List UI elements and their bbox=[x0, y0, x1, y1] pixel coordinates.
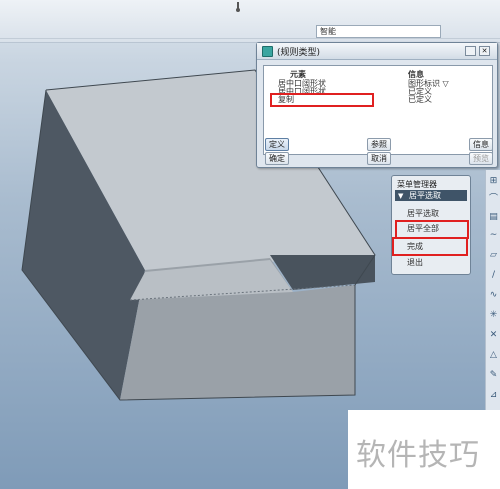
menu-item-flatten-select[interactable]: 居平选取 bbox=[395, 207, 467, 221]
watermark: 软件技巧 bbox=[348, 410, 500, 489]
parallelogram-icon[interactable]: ▱ bbox=[488, 250, 499, 261]
dialog-title: (规则类型) bbox=[277, 48, 321, 58]
triangle-icon[interactable]: △ bbox=[488, 350, 499, 361]
menu-section-label: 居平选取 bbox=[409, 191, 441, 200]
dialog-title-bar: (规则类型) ✕ bbox=[257, 43, 497, 60]
wave-icon[interactable]: ∼ bbox=[488, 230, 499, 241]
highlight-box bbox=[392, 237, 468, 256]
cancel-button[interactable]: 取消 bbox=[367, 152, 391, 165]
app-icon bbox=[262, 46, 273, 57]
watermark-text: 软件技巧 bbox=[356, 438, 480, 473]
reference-button[interactable]: 参照 bbox=[367, 138, 391, 151]
arc-icon[interactable]: ⌒ bbox=[488, 194, 499, 205]
preview-button[interactable]: 预览 bbox=[469, 152, 493, 165]
row-info: 已定义 bbox=[408, 95, 432, 104]
plane-icon[interactable]: ▤ bbox=[488, 212, 499, 223]
curve-icon[interactable]: ∿ bbox=[488, 290, 499, 301]
csys-icon[interactable]: ⊿ bbox=[488, 390, 499, 401]
pencil-icon[interactable]: ✎ bbox=[488, 370, 499, 381]
minimize-icon[interactable] bbox=[465, 46, 476, 56]
right-toolbar: ⊞ ⌒ ▤ ∼ ▱ / ∿ ✳ ✕ △ ✎ ⊿ bbox=[485, 170, 500, 420]
rule-type-dialog: (规则类型) ✕ 元素 信息 居中口阔形状 图形标识 ▽ 居中口阔形状 已定义 … bbox=[256, 42, 498, 168]
menu-section-header[interactable]: ▼ 居平选取 bbox=[395, 190, 467, 201]
collapse-triangle-icon: ▼ bbox=[398, 192, 404, 200]
define-button[interactable]: 定义 bbox=[265, 138, 289, 151]
close-icon[interactable]: ✕ bbox=[479, 46, 490, 56]
confirm-button[interactable]: 确定 bbox=[265, 152, 289, 165]
menu-title: 菜单管理器 bbox=[397, 180, 437, 189]
line-icon[interactable]: / bbox=[488, 270, 499, 281]
info-button[interactable]: 信息 bbox=[469, 138, 493, 151]
sketch-icon[interactable]: ⊞ bbox=[488, 176, 499, 187]
axis-icon[interactable]: ✳ bbox=[488, 310, 499, 321]
cross-icon[interactable]: ✕ bbox=[488, 330, 499, 341]
highlight-box bbox=[270, 93, 374, 107]
menu-item-quit[interactable]: 退出 bbox=[395, 256, 467, 270]
menu-manager: 菜单管理器 ▼ 居平选取 居平选取 居平全部 完成 退出 bbox=[391, 175, 471, 275]
